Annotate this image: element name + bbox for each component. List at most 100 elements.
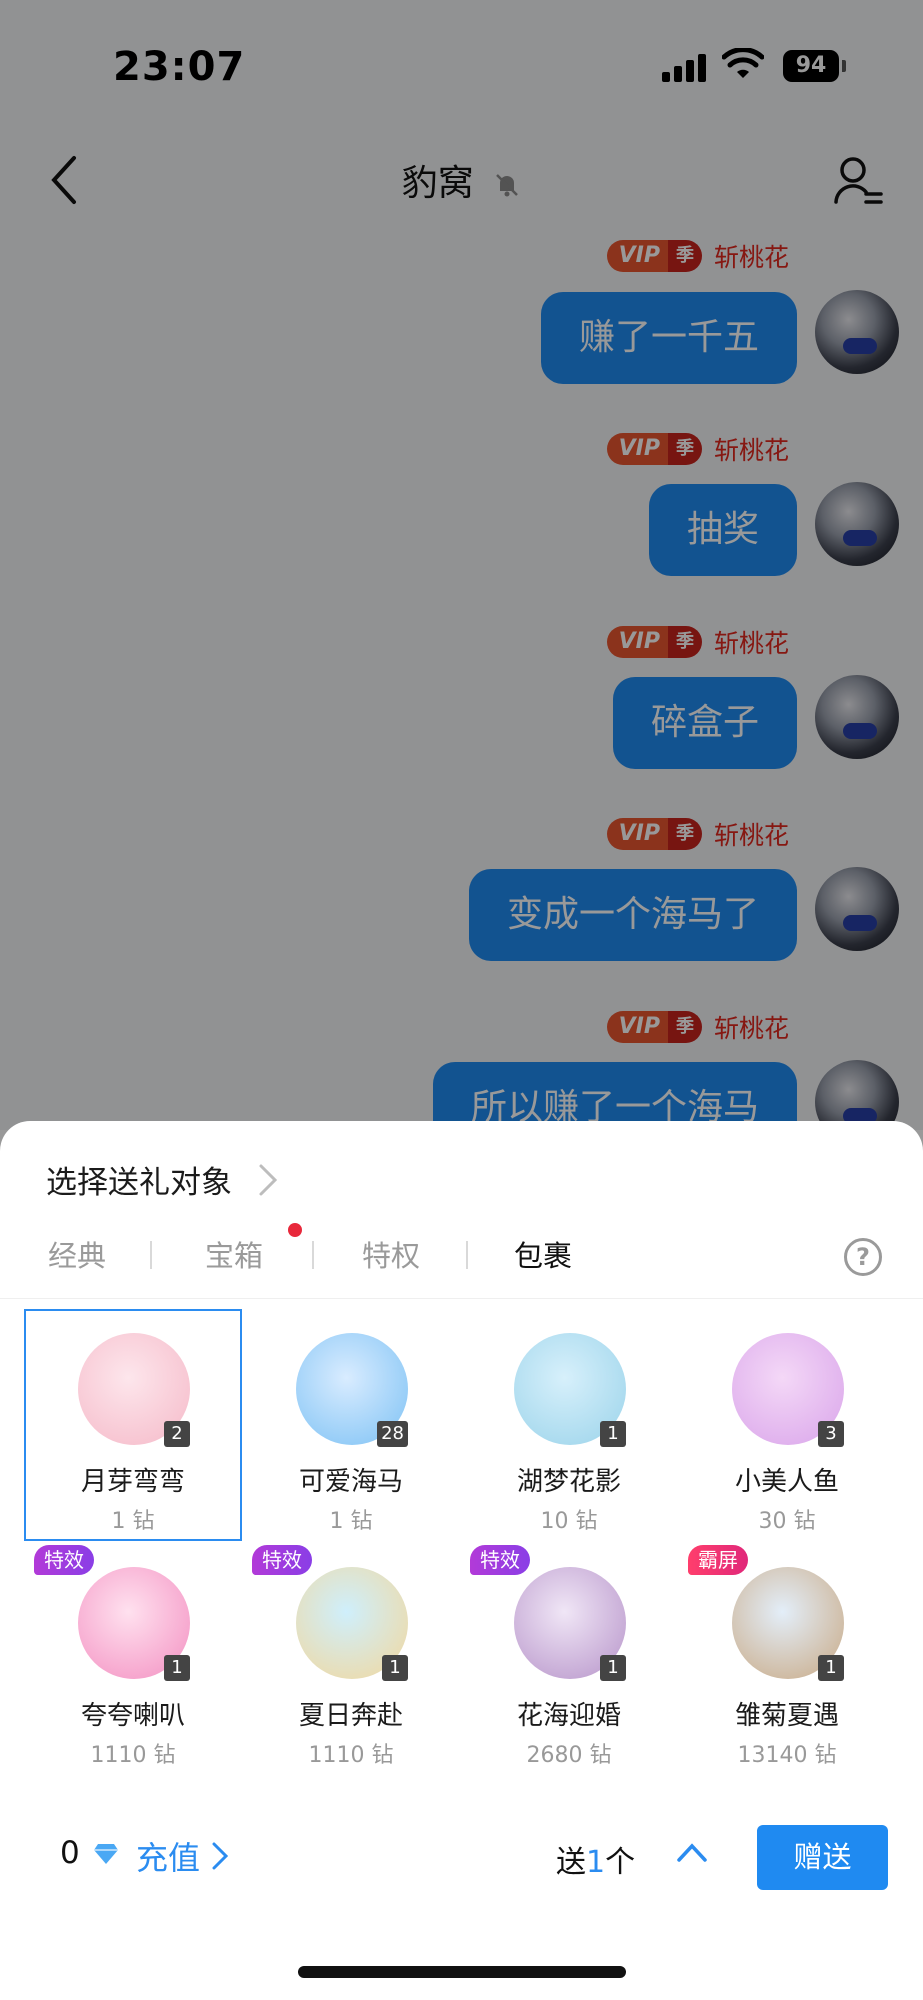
wifi-icon — [722, 48, 764, 78]
chevron-right-icon — [259, 1164, 278, 1195]
gift-action-bar: 0 充值 送1个 赠送 — [0, 1823, 923, 1893]
gift-name: 雏菊夏遇 — [734, 1701, 839, 1731]
vip-badge: VIP 季 — [606, 240, 702, 272]
sender-row: VIP 季 斩桃花 — [606, 816, 789, 852]
chat-title-text: 豹窝 — [401, 163, 474, 204]
chevron-right-icon — [212, 1842, 229, 1870]
gift-item[interactable]: 特效 1 夏日奔赴 1110 钻 — [242, 1543, 460, 1775]
home-indicator — [298, 1966, 626, 1978]
recharge-button[interactable]: 充值 — [136, 1833, 229, 1879]
diamond-icon — [94, 1844, 118, 1864]
muted-bell-icon — [496, 174, 519, 197]
sender-name[interactable]: 斩桃花 — [714, 1009, 789, 1045]
gift-item[interactable]: 霸屏 1 雏菊夏遇 13140 钻 — [678, 1543, 896, 1775]
gift-price: 1110 钻 — [90, 1743, 176, 1768]
message-bubble[interactable]: 抽奖 — [648, 484, 797, 576]
effect-tag: 特效 — [470, 1545, 530, 1575]
sender-name[interactable]: 斩桃花 — [714, 816, 789, 852]
tab-divider — [150, 1241, 152, 1269]
message-bubble[interactable]: 碎盒子 — [612, 677, 797, 769]
gift-price: 13140 钻 — [737, 1743, 837, 1768]
tab-divider — [466, 1241, 468, 1269]
gift-count-badge: 1 — [600, 1655, 626, 1681]
tab-privilege[interactable]: 特权 — [362, 1233, 420, 1275]
sender-row: VIP 季 斩桃花 — [606, 238, 789, 274]
message-bubble[interactable]: 变成一个海马了 — [468, 869, 797, 961]
select-recipient-row[interactable]: 选择送礼对象 — [46, 1157, 278, 1202]
chevron-up-icon[interactable] — [676, 1841, 708, 1863]
nav-bar: 豹窝 — [0, 130, 923, 230]
gift-name: 可爱海马 — [298, 1467, 403, 1497]
avatar[interactable] — [815, 1060, 899, 1130]
avatar[interactable] — [815, 290, 899, 374]
gift-price: 1 钻 — [111, 1509, 155, 1534]
sender-row: VIP 季 斩桃花 — [606, 624, 789, 660]
status-bar: 23:07 94 — [0, 0, 923, 130]
sender-row: VIP 季 斩桃花 — [606, 431, 789, 467]
effect-tag: 特效 — [252, 1545, 312, 1575]
vip-badge: VIP 季 — [606, 433, 702, 465]
new-dot-badge — [288, 1223, 302, 1237]
gift-tabs: 经典 宝箱 特权 包裹 — [0, 1223, 923, 1313]
vip-badge: VIP 季 — [606, 626, 702, 658]
gift-price: 30 钻 — [758, 1509, 816, 1534]
avatar[interactable] — [815, 675, 899, 759]
gift-item[interactable]: 特效 1 花海迎婚 2680 钻 — [460, 1543, 678, 1775]
effect-tag: 特效 — [34, 1545, 94, 1575]
tab-backpack[interactable]: 包裹 — [514, 1233, 572, 1275]
send-suffix: 个 — [605, 1845, 636, 1880]
gift-count-badge: 1 — [164, 1655, 190, 1681]
gift-price: 2680 钻 — [526, 1743, 612, 1768]
battery-tip — [842, 60, 846, 72]
battery-icon: 94 — [783, 50, 839, 82]
message-bubble[interactable]: 赚了一千五 — [540, 292, 797, 384]
gift-count-badge: 2 — [164, 1421, 190, 1447]
send-prefix: 送 — [556, 1845, 586, 1880]
gift-name: 小美人鱼 — [734, 1467, 839, 1497]
gift-name: 夸夸喇叭 — [80, 1701, 185, 1731]
status-time: 23:07 — [113, 44, 246, 90]
gift-price: 10 钻 — [540, 1509, 598, 1534]
gift-count-badge: 1 — [818, 1655, 844, 1681]
gift-count-badge: 1 — [600, 1421, 626, 1447]
divider — [0, 1298, 923, 1299]
select-recipient-label: 选择送礼对象 — [46, 1165, 232, 1201]
message-bubble[interactable]: 所以赚了一个海马 — [432, 1062, 797, 1130]
help-icon[interactable]: ? — [844, 1238, 882, 1276]
gift-name: 月芽弯弯 — [80, 1467, 185, 1497]
send-gift-button[interactable]: 赠送 — [757, 1825, 888, 1890]
gift-name: 夏日奔赴 — [298, 1701, 403, 1731]
gift-item[interactable]: 特效 1 夸夸喇叭 1110 钻 — [24, 1543, 242, 1775]
gift-count-badge: 3 — [818, 1421, 844, 1447]
chat-title: 豹窝 — [0, 154, 923, 206]
gift-price: 1 钻 — [329, 1509, 373, 1534]
sender-name[interactable]: 斩桃花 — [714, 238, 789, 274]
gift-item[interactable]: 1 湖梦花影 10 钻 — [460, 1309, 678, 1541]
gift-item[interactable]: 3 小美人鱼 30 钻 — [678, 1309, 896, 1541]
gift-count-badge: 1 — [382, 1655, 408, 1681]
send-count: 1 — [586, 1845, 606, 1880]
gift-count-badge: 28 — [377, 1421, 408, 1447]
gift-name: 花海迎婚 — [516, 1701, 621, 1731]
sender-name[interactable]: 斩桃花 — [714, 431, 789, 467]
gift-item[interactable]: 2 月芽弯弯 1 钻 — [24, 1309, 242, 1541]
sender-name[interactable]: 斩桃花 — [714, 624, 789, 660]
gift-name: 湖梦花影 — [516, 1467, 621, 1497]
vip-badge: VIP 季 — [606, 818, 702, 850]
tab-classic[interactable]: 经典 — [48, 1233, 106, 1275]
fullscreen-tag: 霸屏 — [688, 1545, 748, 1575]
avatar[interactable] — [815, 867, 899, 951]
diamond-balance: 0 — [60, 1835, 80, 1871]
sender-row: VIP 季 斩桃花 — [606, 1009, 789, 1045]
avatar[interactable] — [815, 482, 899, 566]
send-quantity[interactable]: 送1个 — [556, 1837, 635, 1881]
cellular-signal-icon — [662, 54, 706, 82]
tab-treasure-box[interactable]: 宝箱 — [205, 1233, 263, 1275]
group-members-icon[interactable] — [833, 154, 883, 206]
gift-item[interactable]: 28 可爱海马 1 钻 — [242, 1309, 460, 1541]
chat-screen: 23:07 94 豹窝 VIP 季 斩桃花 赚了一千五 VIP 季 斩桃花 抽奖… — [0, 0, 923, 1130]
tab-divider — [312, 1241, 314, 1269]
recharge-label: 充值 — [136, 1839, 201, 1877]
gift-price: 1110 钻 — [308, 1743, 394, 1768]
vip-badge: VIP 季 — [606, 1011, 702, 1043]
